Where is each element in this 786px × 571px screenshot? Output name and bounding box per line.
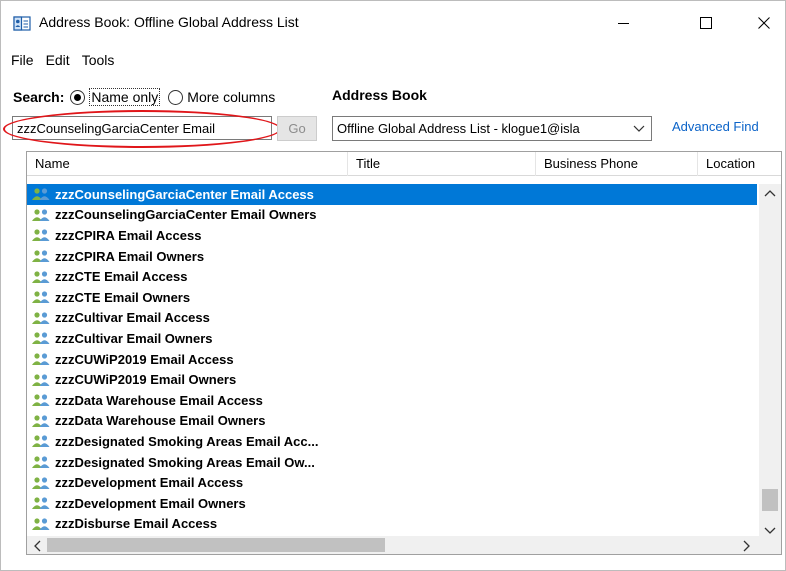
menu-edit[interactable]: Edit	[40, 49, 76, 71]
menu-file[interactable]: File	[1, 49, 40, 71]
name-only-label[interactable]: Name only	[89, 88, 161, 106]
distribution-group-icon	[31, 249, 51, 263]
advanced-find-link[interactable]: Advanced Find	[672, 119, 759, 134]
list-item-name: zzzCPIRA Email Access	[55, 227, 202, 243]
distribution-group-icon	[31, 455, 51, 469]
address-book-icon	[13, 16, 31, 31]
list-item[interactable]: zzzCUWiP2019 Email Access	[27, 349, 757, 370]
list-item-name: zzzCounselingGarciaCenter Email Access	[55, 186, 314, 202]
distribution-group-icon	[31, 373, 51, 387]
address-book-window: Address Book: Offline Global Address Lis…	[0, 0, 786, 571]
title-bar: Address Book: Offline Global Address Lis…	[1, 1, 786, 45]
minimize-button[interactable]	[601, 1, 647, 45]
scroll-left-icon[interactable]	[33, 540, 43, 552]
distribution-group-icon	[31, 331, 51, 345]
address-book-dropdown[interactable]: Offline Global Address List - klogue1@is…	[332, 116, 652, 141]
distribution-group-icon	[31, 414, 51, 428]
horizontal-scroll-thumb[interactable]	[47, 538, 385, 552]
chevron-down-icon	[633, 125, 645, 132]
list-item[interactable]: zzzCounselingGarciaCenter Email Access	[27, 184, 757, 205]
address-book-selected: Offline Global Address List - klogue1@is…	[337, 121, 580, 136]
name-only-radio[interactable]	[70, 89, 86, 105]
column-header-location[interactable]: Location	[697, 152, 781, 176]
results-list: Name Title Business Phone Location zzzCo…	[26, 151, 782, 555]
scroll-down-icon[interactable]	[764, 526, 776, 536]
distribution-group-icon	[31, 228, 51, 242]
search-input[interactable]	[12, 116, 272, 140]
list-item[interactable]: zzzCTE Email Access	[27, 266, 757, 287]
list-item[interactable]: zzzCUWiP2019 Email Owners	[27, 369, 757, 390]
list-item-name: zzzData Warehouse Email Owners	[55, 413, 266, 429]
list-item-name: zzzCultivar Email Owners	[55, 330, 213, 346]
list-item-name: zzzDesignated Smoking Areas Email Ow...	[55, 454, 315, 470]
list-item-name: zzzCTE Email Access	[55, 269, 188, 285]
maximize-icon	[700, 17, 712, 29]
distribution-group-icon	[31, 311, 51, 325]
list-item[interactable]: zzzDevelopment Email Access	[27, 472, 757, 493]
vertical-scroll-thumb[interactable]	[762, 489, 778, 511]
close-icon	[758, 17, 770, 29]
list-item[interactable]: zzzCTE Email Owners	[27, 287, 757, 308]
list-item-name: zzzCUWiP2019 Email Access	[55, 351, 234, 367]
list-item-name: zzzDesignated Smoking Areas Email Acc...	[55, 433, 319, 449]
column-header-business-phone[interactable]: Business Phone	[535, 152, 697, 176]
more-columns-radio[interactable]	[168, 89, 184, 105]
scroll-right-icon[interactable]	[741, 540, 751, 552]
list-item[interactable]: zzzDesignated Smoking Areas Email Ow...	[27, 452, 757, 473]
distribution-group-icon	[31, 290, 51, 304]
search-options: Search: Name only More columns	[13, 87, 283, 107]
list-item[interactable]: zzzData Warehouse Email Access	[27, 390, 757, 411]
distribution-group-icon	[31, 352, 51, 366]
minimize-icon	[618, 23, 629, 24]
column-header-name[interactable]: Name	[27, 152, 347, 176]
scroll-up-icon[interactable]	[764, 188, 776, 198]
list-item-name: zzzDevelopment Email Owners	[55, 495, 246, 511]
scrollbar-corner	[759, 536, 781, 554]
more-columns-label[interactable]: More columns	[187, 89, 275, 105]
radio-selected-dot	[74, 93, 82, 101]
list-item-name: zzzCUWiP2019 Email Owners	[55, 372, 237, 388]
list-item-name: zzzData Warehouse Email Access	[55, 392, 263, 408]
list-item[interactable]: zzzDevelopment Email Owners	[27, 493, 757, 514]
distribution-group-icon	[31, 393, 51, 407]
list-item[interactable]: zzzCultivar Email Owners	[27, 328, 757, 349]
list-item[interactable]: zzzCPIRA Email Access	[27, 225, 757, 246]
search-label: Search:	[13, 89, 65, 105]
list-item-name: zzzCounselingGarciaCenter Email Owners	[55, 207, 317, 223]
list-item[interactable]: zzzData Warehouse Email Owners	[27, 411, 757, 432]
horizontal-scrollbar[interactable]	[27, 536, 759, 554]
distribution-group-icon	[31, 208, 51, 222]
list-item[interactable]: zzzCounselingGarciaCenter Email Owners	[27, 205, 757, 226]
list-item-name: zzzCultivar Email Access	[55, 310, 210, 326]
distribution-group-icon	[31, 434, 51, 448]
menu-bar: File Edit Tools	[1, 49, 120, 71]
list-item[interactable]: zzzDisburse Email Access	[27, 514, 757, 535]
list-item-name: zzzDevelopment Email Access	[55, 475, 244, 491]
distribution-group-icon	[31, 476, 51, 490]
menu-tools[interactable]: Tools	[76, 49, 121, 71]
go-button[interactable]: Go	[277, 116, 317, 141]
distribution-group-icon	[31, 496, 51, 510]
list-item-name: zzzDisburse Email Access	[55, 516, 218, 532]
list-item[interactable]: zzzCultivar Email Access	[27, 308, 757, 329]
list-item-name: zzzCTE Email Owners	[55, 289, 191, 305]
address-book-label: Address Book	[332, 87, 427, 103]
column-header-title[interactable]: Title	[347, 152, 535, 176]
vertical-scrollbar[interactable]	[759, 184, 781, 538]
close-button[interactable]	[741, 1, 786, 45]
list-item[interactable]: zzzDesignated Smoking Areas Email Acc...	[27, 431, 757, 452]
distribution-group-icon	[31, 517, 51, 531]
distribution-group-icon	[31, 270, 51, 284]
maximize-button[interactable]	[683, 1, 729, 45]
list-header: Name Title Business Phone Location	[27, 152, 781, 176]
list-item-name: zzzCPIRA Email Owners	[55, 248, 205, 264]
list-rows: zzzCounselingGarciaCenter Email Access zz…	[27, 184, 757, 534]
distribution-group-icon	[31, 187, 51, 201]
list-item[interactable]: zzzCPIRA Email Owners	[27, 246, 757, 267]
window-title: Address Book: Offline Global Address Lis…	[39, 14, 299, 30]
